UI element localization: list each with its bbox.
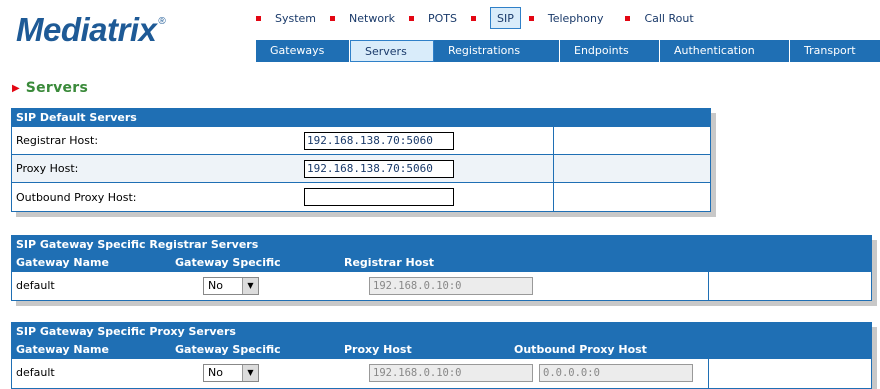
proxy-host-disabled-input: 192.168.0.10:0	[369, 363, 533, 382]
registrar-servers-columns: Gateway Name Gateway Specific Registrar …	[12, 254, 871, 271]
outbound-proxy-host-row: Outbound Proxy Host:	[12, 182, 710, 211]
gateway-name-cell: default	[16, 366, 55, 379]
registrar-host-row: Registrar Host: 192.168.138.70:5060	[12, 126, 710, 154]
col-gateway-specific: Gateway Specific	[175, 256, 281, 269]
col-proxy-host: Proxy Host	[344, 343, 412, 356]
col-gateway-name: Gateway Name	[16, 343, 109, 356]
chevron-down-icon[interactable]: ▼	[242, 277, 258, 294]
top-nav-pots[interactable]: POTS	[408, 7, 471, 29]
outbound-proxy-host-label: Outbound Proxy Host:	[16, 190, 137, 204]
registrar-host-disabled-input: 192.168.0.10:0	[369, 276, 533, 295]
sub-nav-authentication[interactable]: Authentication	[660, 40, 790, 62]
chevron-down-icon[interactable]: ▼	[242, 364, 258, 381]
col-outbound-proxy-host: Outbound Proxy Host	[514, 343, 647, 356]
gateway-name-cell: default	[16, 279, 55, 292]
sub-nav-endpoints[interactable]: Endpoints	[560, 40, 660, 62]
default-servers-panel: SIP Default Servers Registrar Host: 192.…	[11, 108, 711, 212]
top-nav-sip[interactable]: SIP	[489, 7, 521, 29]
table-row: default No ▼ 192.168.0.10:0	[12, 271, 871, 299]
top-nav: System Network POTS SIP Telephony Call R…	[256, 7, 708, 29]
registrar-host-label: Registrar Host:	[16, 134, 99, 147]
proxy-servers-columns: Gateway Name Gateway Specific Proxy Host…	[12, 341, 871, 358]
logo-registered-mark: ®	[158, 16, 166, 27]
bullet-icon	[256, 15, 261, 21]
outbound-proxy-host-input[interactable]	[304, 188, 454, 206]
outbound-proxy-host-disabled-input: 0.0.0.0:0	[539, 363, 693, 382]
sub-nav-registrations[interactable]: Registrations	[434, 40, 560, 62]
gateway-specific-select[interactable]: No ▼	[203, 276, 259, 295]
logo-text: Mediatrix	[16, 11, 157, 48]
page-title: ▶ Servers	[12, 80, 89, 96]
proxy-host-input[interactable]: 192.168.138.70:5060	[304, 159, 454, 178]
registrar-servers-title: SIP Gateway Specific Registrar Servers	[16, 238, 259, 251]
bullet-icon	[625, 15, 631, 21]
registrar-servers-panel: SIP Gateway Specific Registrar Servers G…	[11, 235, 872, 301]
registrar-host-input[interactable]: 192.168.138.70:5060	[304, 131, 454, 150]
proxy-host-label: Proxy Host:	[16, 162, 79, 175]
col-gateway-name: Gateway Name	[16, 256, 109, 269]
top-nav-telephony[interactable]: Telephony	[548, 7, 626, 29]
bullet-icon	[470, 15, 476, 21]
default-servers-header: SIP Default Servers	[12, 109, 710, 126]
gateway-specific-select[interactable]: No ▼	[203, 363, 259, 382]
bullet-icon	[330, 15, 336, 21]
top-nav-system[interactable]: System	[256, 7, 330, 29]
sub-nav-gateways[interactable]: Gateways	[256, 40, 350, 62]
sub-nav-servers[interactable]: Servers	[350, 40, 434, 62]
arrow-right-icon: ▶	[12, 82, 20, 94]
proxy-servers-title: SIP Gateway Specific Proxy Servers	[16, 325, 236, 338]
col-registrar-host: Registrar Host	[344, 256, 435, 269]
bullet-icon	[408, 15, 414, 21]
proxy-host-row: Proxy Host: 192.168.138.70:5060	[12, 154, 710, 182]
top-nav-call-routing[interactable]: Call Rout	[625, 7, 707, 29]
table-row: default No ▼ 192.168.0.10:0 0.0.0.0:0	[12, 358, 871, 386]
proxy-servers-panel: SIP Gateway Specific Proxy Servers Gatew…	[11, 322, 872, 389]
top-nav-network[interactable]: Network	[330, 7, 409, 29]
col-gateway-specific: Gateway Specific	[175, 343, 281, 356]
mediatrix-logo: Mediatrix ®	[16, 12, 166, 52]
sub-nav-transport[interactable]: Transport	[790, 40, 880, 62]
sub-nav: Gateways Servers Registrations Endpoints…	[256, 40, 880, 62]
bullet-icon	[528, 15, 534, 21]
